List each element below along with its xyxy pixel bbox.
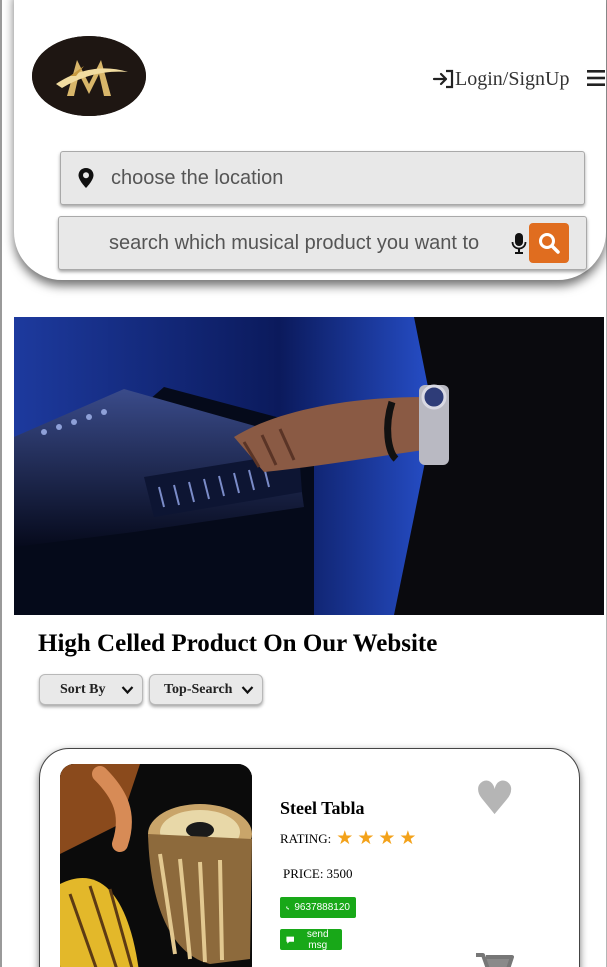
login-signup-link[interactable]: Login/SignUp xyxy=(432,64,569,94)
top-search-label: Top-Search xyxy=(164,681,233,697)
star-icon: ★ xyxy=(399,827,417,849)
send-message-button[interactable]: send msg xyxy=(280,928,342,951)
hamburger-menu-icon[interactable] xyxy=(586,68,606,88)
star-icon: ★ xyxy=(378,827,396,849)
chevron-down-icon xyxy=(121,686,134,695)
map-pin-icon xyxy=(78,168,94,188)
section-title: High Celled Product On Our Website xyxy=(38,630,438,657)
product-name[interactable]: Steel Tabla xyxy=(280,798,365,819)
top-search-dropdown[interactable]: Top-Search xyxy=(149,674,263,705)
product-search-input[interactable] xyxy=(109,231,511,255)
microphone-icon[interactable] xyxy=(511,232,527,254)
sort-by-label: Sort By xyxy=(60,681,106,697)
logo-emblem-icon xyxy=(32,36,146,116)
message-icon xyxy=(286,936,295,944)
sort-by-dropdown[interactable]: Sort By xyxy=(39,674,143,705)
location-field[interactable] xyxy=(60,151,585,205)
product-rating: RATING: ★ ★ ★ ★ xyxy=(280,829,416,848)
login-label: Login/SignUp xyxy=(455,67,570,90)
send-message-label: send msg xyxy=(306,928,329,951)
cart-icon[interactable] xyxy=(474,951,514,967)
product-image[interactable] xyxy=(60,764,252,967)
hero-banner-image xyxy=(14,317,604,615)
product-price: PRICE: 3500 xyxy=(280,866,352,882)
tabla-photo xyxy=(60,764,252,967)
price-label: PRICE: xyxy=(283,866,324,881)
product-search-field[interactable] xyxy=(58,216,587,270)
keyboard-player-photo xyxy=(14,317,604,615)
rating-stars: ★ ★ ★ ★ xyxy=(336,829,416,848)
product-card[interactable]: Steel Tabla RATING: ★ ★ ★ ★ PRICE: 3500 9… xyxy=(39,748,580,967)
sign-in-icon xyxy=(432,69,454,89)
rating-label: RATING: xyxy=(280,830,332,846)
star-icon: ★ xyxy=(357,827,375,849)
call-button[interactable]: 9637888120 xyxy=(280,897,356,918)
favorite-heart-icon[interactable]: ♥ xyxy=(474,775,515,821)
chevron-down-icon xyxy=(241,686,254,695)
location-input[interactable] xyxy=(111,166,551,190)
search-icon xyxy=(539,233,560,254)
search-button[interactable] xyxy=(529,223,569,263)
window-left-edge xyxy=(0,0,2,967)
phone-icon xyxy=(286,905,290,910)
star-icon: ★ xyxy=(336,827,354,849)
brand-logo[interactable] xyxy=(32,36,146,116)
phone-number: 9637888120 xyxy=(294,902,350,913)
price-value: 3500 xyxy=(326,866,353,881)
